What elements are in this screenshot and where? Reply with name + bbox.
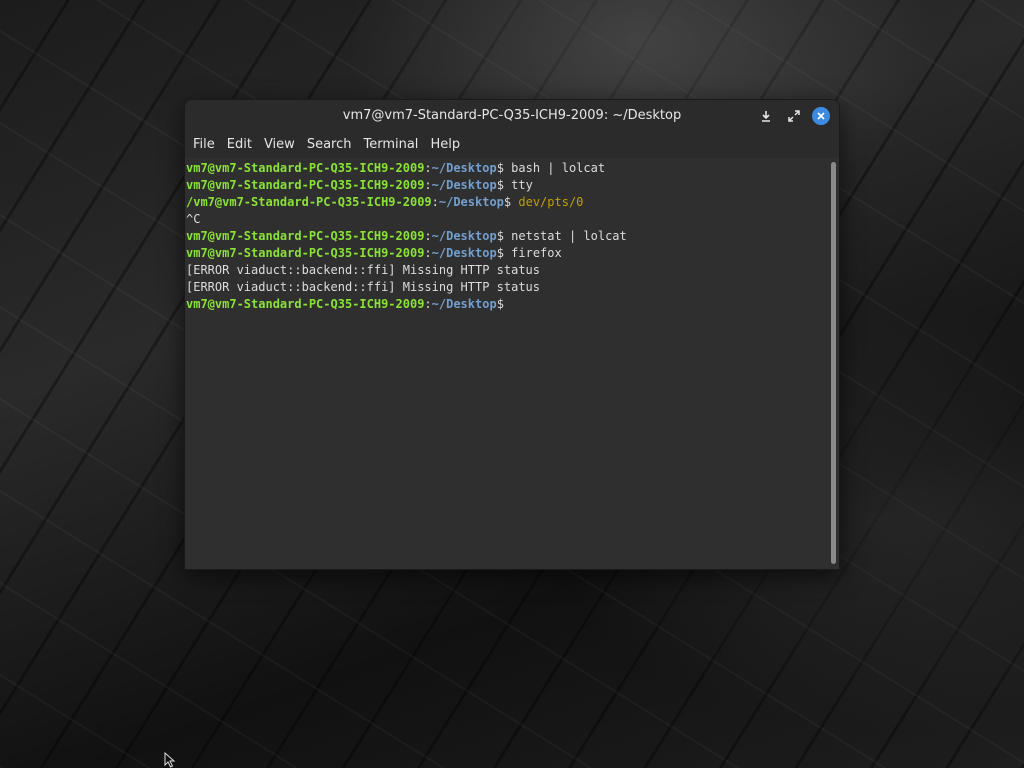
output-line: [ERROR viaduct::backend::ffi] Missing HT…	[186, 280, 541, 294]
scrollbar[interactable]	[829, 160, 839, 569]
prompt-colon: :	[424, 161, 432, 175]
prompt-path: ~/Desktop	[431, 229, 497, 243]
terminal-line: /vm7@vm7-Standard-PC-Q35-ICH9-2009:~/Des…	[185, 194, 829, 211]
terminal-line: vm7@vm7-Standard-PC-Q35-ICH9-2009:~/Desk…	[185, 177, 829, 194]
prompt-colon: :	[424, 178, 432, 192]
menu-view[interactable]: View	[258, 132, 301, 158]
close-icon	[812, 107, 830, 125]
mouse-pointer-icon	[164, 752, 176, 768]
output-line: [ERROR viaduct::backend::ffi] Missing HT…	[186, 263, 541, 277]
scrollbar-thumb[interactable]	[831, 162, 836, 564]
prompt-path: ~/Desktop	[431, 297, 497, 311]
command-text: firefox	[503, 246, 562, 260]
prompt-colon: :	[424, 297, 432, 311]
prompt-user: vm7@vm7-Standard-PC-Q35-ICH9-2009	[186, 178, 425, 192]
command-text: tty	[503, 178, 533, 192]
prompt-path: ~/Desktop	[431, 161, 497, 175]
terminal-line: vm7@vm7-Standard-PC-Q35-ICH9-2009:~/Desk…	[185, 245, 829, 262]
command-text: dev/pts/0	[511, 195, 584, 209]
prompt-path: ~/Desktop	[438, 195, 504, 209]
terminal-line: vm7@vm7-Standard-PC-Q35-ICH9-2009:~/Desk…	[185, 160, 829, 177]
download-icon	[762, 111, 770, 122]
command-text: bash | lolcat	[503, 161, 606, 175]
prompt-symbol: $	[496, 229, 504, 243]
window-title: vm7@vm7-Standard-PC-Q35-ICH9-2009: ~/Des…	[342, 108, 682, 123]
prompt-user: vm7@vm7-Standard-PC-Q35-ICH9-2009	[186, 246, 425, 260]
close-button[interactable]	[811, 106, 831, 126]
prompt-user: /vm7@vm7-Standard-PC-Q35-ICH9-2009	[186, 195, 432, 209]
prompt-colon: :	[424, 246, 432, 260]
terminal-line: vm7@vm7-Standard-PC-Q35-ICH9-2009:~/Desk…	[185, 296, 829, 313]
terminal-line: vm7@vm7-Standard-PC-Q35-ICH9-2009:~/Desk…	[185, 228, 829, 245]
menu-bar: File Edit View Search Terminal Help	[185, 132, 839, 158]
menu-help[interactable]: Help	[424, 132, 466, 158]
menu-file[interactable]: File	[187, 132, 221, 158]
maximize-button[interactable]	[784, 106, 804, 126]
prompt-colon: :	[424, 229, 432, 243]
output-line: ^C	[186, 212, 201, 226]
prompt-symbol: $	[496, 178, 504, 192]
prompt-symbol: $	[496, 297, 504, 311]
prompt-path: ~/Desktop	[431, 178, 497, 192]
command-text: netstat | lolcat	[503, 229, 627, 243]
prompt-symbol: $	[496, 161, 504, 175]
prompt-user: vm7@vm7-Standard-PC-Q35-ICH9-2009	[186, 229, 425, 243]
prompt-user: vm7@vm7-Standard-PC-Q35-ICH9-2009	[186, 161, 425, 175]
prompt-symbol: $	[496, 246, 504, 260]
download-button[interactable]	[756, 106, 776, 126]
maximize-icon	[788, 110, 800, 122]
menu-terminal[interactable]: Terminal	[357, 132, 424, 158]
prompt-path: ~/Desktop	[431, 246, 497, 260]
prompt-colon: :	[431, 195, 439, 209]
menu-search[interactable]: Search	[301, 132, 358, 158]
prompt-user: vm7@vm7-Standard-PC-Q35-ICH9-2009	[186, 297, 425, 311]
terminal-output[interactable]: vm7@vm7-Standard-PC-Q35-ICH9-2009:~/Desk…	[185, 160, 829, 569]
menu-edit[interactable]: Edit	[221, 132, 258, 158]
terminal-window[interactable]: vm7@vm7-Standard-PC-Q35-ICH9-2009: ~/Des…	[184, 99, 840, 570]
title-bar[interactable]: vm7@vm7-Standard-PC-Q35-ICH9-2009: ~/Des…	[185, 100, 839, 132]
